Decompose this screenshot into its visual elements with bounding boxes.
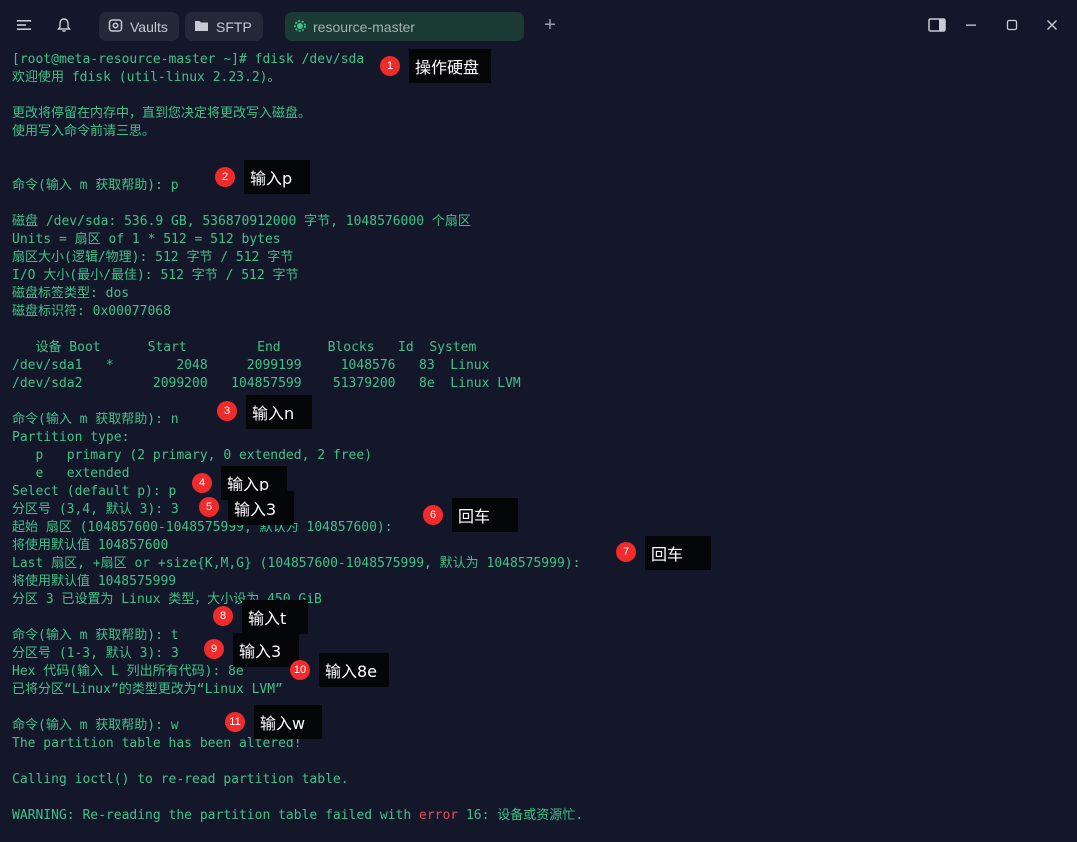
step-badge: 2 [215, 167, 235, 187]
step-note: 输入p [244, 160, 310, 194]
terminal-line: 磁盘 /dev/sda: 536.9 GB, 536870912000 字节, … [12, 214, 471, 229]
toggle-sidebar-icon[interactable] [924, 12, 950, 38]
minimize-icon[interactable] [958, 12, 984, 38]
step-note: 输入t [242, 600, 308, 634]
step-badge: 10 [290, 660, 310, 680]
step-badge: 8 [213, 606, 233, 626]
terminal-line: 将使用默认值 104857600 [12, 538, 169, 553]
error-word: error [419, 808, 459, 823]
terminal-line: /dev/sda1 * 2048 2099199 1048576 83 Linu… [12, 358, 490, 373]
terminal-line: e extended [12, 466, 130, 481]
terminal-line: Units = 扇区 of 1 * 512 = 512 bytes [12, 232, 281, 247]
step-badge: 4 [192, 473, 212, 493]
step-note: 输入w [254, 705, 322, 739]
tab-label: resource-master [313, 18, 415, 35]
terminal-output[interactable]: [root@meta-resource-master ~]# fdisk /de… [0, 50, 1077, 842]
step-badge: 6 [423, 505, 443, 525]
terminal-line: 将使用默认值 1048575999 [12, 574, 177, 589]
step-badge: 3 [217, 401, 237, 421]
step-note: 输入n [246, 395, 312, 429]
terminal-line: Partition type: [12, 430, 130, 445]
terminal-line: [root@meta-resource-master ~]# fdisk /de… [12, 52, 365, 67]
terminal-line: 磁盘标识符: 0x00077068 [12, 304, 171, 319]
terminal-line: 分区号 (3,4, 默认 3): 3 [12, 502, 179, 517]
terminal-line: Last 扇区, +扇区 or +size{K,M,G} (104857600-… [12, 556, 581, 571]
terminal-line: 起始 扇区 (104857600-1048575999, 默认为 1048576… [12, 520, 393, 535]
warning-line: WARNING: Re-reading the partition table … [12, 807, 583, 825]
tab-sftp[interactable]: SFTP [185, 12, 263, 41]
terminal-line: 设备 Boot Start End Blocks Id System [12, 340, 477, 355]
step-badge: 1 [380, 56, 400, 76]
warning-text: WARNING: Re-reading the partition table … [12, 808, 412, 823]
vault-icon [108, 18, 123, 36]
terminal-line: 磁盘标签类型: dos [12, 286, 130, 301]
terminal-line: 分区号 (1-3, 默认 3): 3 [12, 646, 179, 661]
terminal-line: Hex 代码(输入 L 列出所有代码): 8e [12, 664, 244, 679]
terminal-line: 欢迎使用 fdisk (util-linux 2.23.2)。 [12, 70, 281, 85]
terminal-line: 使用写入命令前请三思。 [12, 124, 156, 139]
terminal-line: /dev/sda2 2099200 104857599 51379200 8e … [12, 376, 521, 391]
step-note: 回车 [645, 536, 711, 570]
terminal-line: 已将分区“Linux”的类型更改为“Linux LVM” [12, 682, 283, 697]
terminal-line: 命令(输入 m 获取帮助): n [12, 412, 179, 427]
tab-label: Vaults [130, 18, 168, 35]
warning-tail: 16: 设备或资源忙. [458, 808, 584, 823]
new-tab-icon[interactable]: + [537, 12, 563, 38]
terminal-line: I/O 大小(最小/最佳): 512 字节 / 512 字节 [12, 268, 299, 283]
step-note: 操作硬盘 [409, 49, 491, 83]
terminal-line: 命令(输入 m 获取帮助): t [12, 628, 179, 643]
terminal-line: p primary (2 primary, 0 extended, 2 free… [12, 448, 373, 463]
terminal-line: 命令(输入 m 获取帮助): w [12, 718, 179, 733]
tab-label: SFTP [216, 18, 252, 35]
tab-vaults[interactable]: Vaults [99, 12, 179, 41]
step-note: 输入8e [319, 653, 389, 687]
terminal-line: 扇区大小(逻辑/物理): 512 字节 / 512 字节 [12, 250, 294, 265]
bell-icon[interactable] [51, 12, 77, 38]
menu-icon[interactable] [11, 12, 37, 38]
terminal-line: 命令(输入 m 获取帮助): p [12, 178, 179, 193]
step-badge: 7 [616, 542, 636, 562]
step-badge: 5 [199, 497, 219, 517]
close-icon[interactable] [1039, 12, 1065, 38]
step-note: 回车 [452, 498, 518, 532]
step-note: 输入3 [233, 633, 299, 667]
title-bar: Vaults SFTP resource-master + [0, 0, 1077, 50]
maximize-icon[interactable] [999, 12, 1025, 38]
step-badge: 11 [225, 712, 245, 732]
gear-status-icon [294, 19, 306, 35]
step-note: 输入3 [228, 491, 294, 525]
folder-icon [194, 19, 209, 35]
step-badge: 9 [204, 639, 224, 659]
terminal-line: 更改将停留在内存中，直到您决定将更改写入磁盘。 [12, 106, 312, 121]
terminal-line: Select (default p): p [12, 484, 177, 499]
terminal-line: Calling ioctl() to re-read partition tab… [12, 772, 349, 787]
tab-resource-master[interactable]: resource-master [285, 12, 524, 41]
